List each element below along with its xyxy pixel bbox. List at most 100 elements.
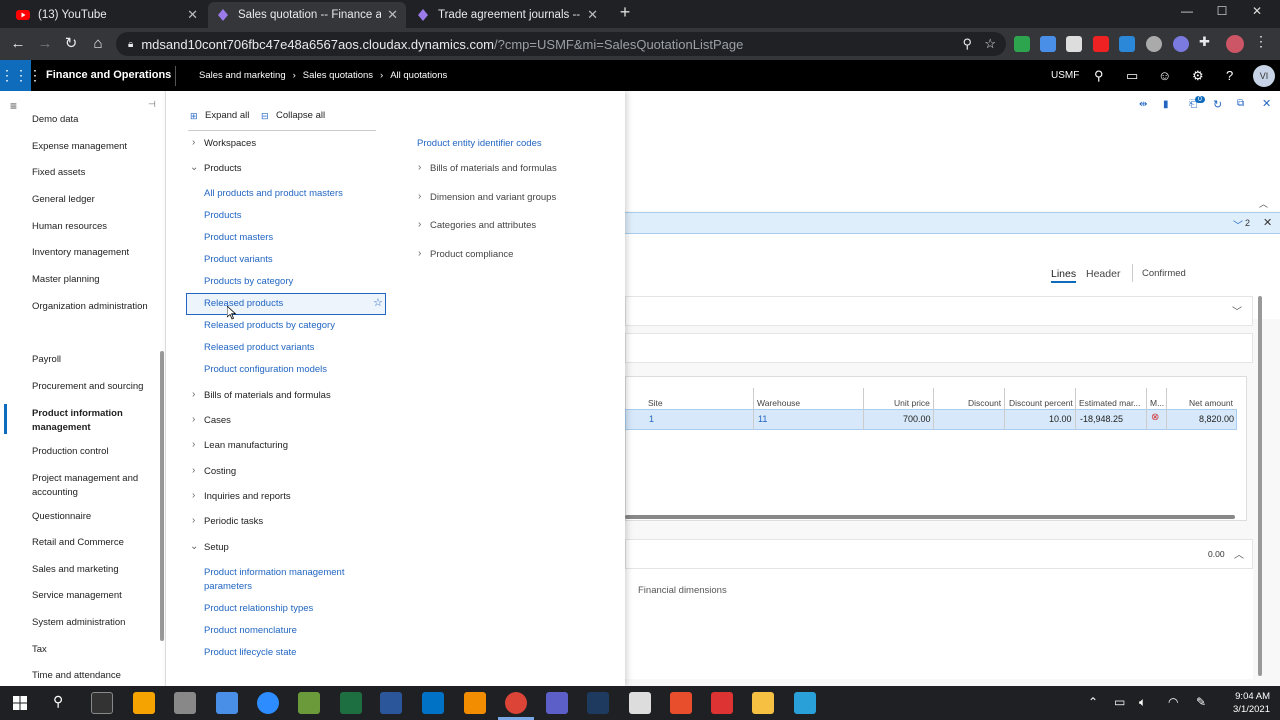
chevron-down-icon[interactable]: ﹀ [1232,303,1242,318]
group-costing[interactable]: Costing [204,465,236,479]
group-lean-manufacturing[interactable]: Lean manufacturing [204,439,288,453]
teams-icon[interactable] [546,692,568,714]
nav-item-service-management[interactable]: Service management [32,589,157,603]
close-icon[interactable]: ✕ [587,7,598,23]
nav-item-production-control[interactable]: Production control [32,445,157,459]
tab-trade-agreement[interactable]: Trade agreement journals -- Fina ✕ [408,2,606,28]
column-header-net-amount[interactable]: Net amount [1189,398,1233,408]
app-icon[interactable] [587,692,609,714]
nav-scrollbar[interactable] [160,351,164,641]
nav-item-human-resources[interactable]: Human resources [32,220,157,234]
pin-icon[interactable]: ⊣ [148,99,156,110]
app-icon[interactable] [629,692,651,714]
link-product-variants[interactable]: Product variants [204,253,273,267]
app-icon[interactable] [794,692,816,714]
app-icon[interactable] [174,692,196,714]
help-icon[interactable]: ? [1226,68,1233,83]
extension-icon[interactable] [1173,36,1189,52]
pen-icon[interactable]: ✎ [1196,695,1206,709]
acrobat-icon[interactable] [1093,36,1109,52]
menu-kebab-icon[interactable]: ⋮ [1254,33,1270,49]
nav-item-procurement-and-sourcing[interactable]: Procurement and sourcing [32,380,157,394]
zoom-icon[interactable]: ⚲ [962,36,972,52]
forward-icon[interactable]: → [35,34,55,54]
tab-sales-quotation[interactable]: Sales quotation -- Finance and C ✕ [208,2,406,28]
url-input[interactable]: 🔒︎ mdsand10cont706fbc47e48a6567aos.cloud… [116,32,1006,56]
tab-header[interactable]: Header [1086,268,1120,280]
group-categories-attributes[interactable]: Categories and attributes [430,219,536,233]
file-explorer-icon[interactable] [752,692,774,714]
chrome-icon[interactable] [505,692,527,714]
vlc-icon[interactable] [464,692,486,714]
cell-discount-percent[interactable]: 10.00 [1049,414,1072,424]
column-header-warehouse[interactable]: Warehouse [757,398,800,408]
settings-gear-icon[interactable]: ⚙ [1192,68,1204,84]
nav-item-questionnaire[interactable]: Questionnaire [32,510,157,524]
feedback-smiley-icon[interactable]: ☺ [1158,68,1171,83]
message-icon[interactable]: ▭ [1126,68,1138,84]
profile-avatar[interactable] [1226,35,1244,53]
breadcrumb-item[interactable]: All quotations [390,70,447,81]
close-window-button[interactable]: ✕ [1242,4,1272,18]
outlook-icon[interactable] [422,692,444,714]
chevron-down-icon[interactable]: ﹀ [1233,217,1243,232]
nav-item-project-management[interactable]: Project management and accounting [32,472,144,500]
breadcrumb-item[interactable]: Sales and marketing [199,70,286,81]
user-avatar[interactable]: VI [1253,65,1275,87]
nav-item-retail-and-commerce[interactable]: Retail and Commerce [32,536,157,550]
search-icon[interactable]: ⚲ [53,693,63,710]
group-dimension-variant[interactable]: Dimension and variant groups [430,191,556,205]
zoom-app-icon[interactable] [257,692,279,714]
refresh-icon[interactable]: ↻ [1213,98,1222,111]
extension-icon[interactable] [1040,36,1056,52]
extension-icon[interactable] [1014,36,1030,52]
cell-estimated-margin[interactable]: -18,948.25 [1080,414,1123,424]
tab-youtube[interactable]: (13) YouTube ✕ [8,2,206,28]
group-setup[interactable]: Setup [204,541,229,555]
task-view-icon[interactable] [91,692,113,714]
cell-unit-price[interactable]: 700.00 [903,414,931,424]
link-all-products[interactable]: All products and product masters [204,187,343,201]
horizontal-scrollbar[interactable] [625,515,1235,519]
column-header-estimated-margin[interactable]: Estimated mar... [1079,398,1140,408]
nav-item-organization-administration[interactable]: Organization administration [32,300,157,314]
nav-item-product-information-management[interactable]: Product information management [32,407,132,435]
column-header-unit-price[interactable]: Unit price [894,398,930,408]
nav-item-fixed-assets[interactable]: Fixed assets [32,166,157,180]
cell-net-amount[interactable]: 8,820.00 [1199,414,1234,424]
open-new-window-icon[interactable]: ⧉ [1237,98,1244,109]
windows-start-icon[interactable] [13,696,27,710]
reload-icon[interactable]: ↻ [61,34,81,54]
column-header-m[interactable]: M... [1150,398,1164,408]
collapse-all-button[interactable]: Collapse all [276,109,325,123]
group-cases[interactable]: Cases [204,414,231,428]
link-product-relationship-types[interactable]: Product relationship types [204,602,313,616]
group-bom-right[interactable]: Bills of materials and formulas [430,162,557,176]
chevron-up-icon[interactable]: ︿ [1234,546,1244,561]
wifi-icon[interactable]: ◠ [1168,695,1178,709]
extension-icon[interactable] [1146,36,1162,52]
clock[interactable]: 9:04 AM 3/1/2021 [1220,690,1270,716]
column-header-discount-percent[interactable]: Discount percent [1009,398,1073,408]
group-bom[interactable]: Bills of materials and formulas [204,389,331,403]
close-icon[interactable]: ✕ [187,7,198,23]
group-inquiries[interactable]: Inquiries and reports [204,490,291,504]
app-launcher-icon[interactable]: ⋮⋮⋮ [0,60,42,91]
link-product-nomenclature[interactable]: Product nomenclature [204,624,297,638]
vertical-scrollbar[interactable] [1258,296,1262,676]
new-tab-button[interactable]: + [610,2,640,23]
word-icon[interactable] [380,692,402,714]
column-header-discount[interactable]: Discount [968,398,1001,408]
group-periodic-tasks[interactable]: Periodic tasks [204,515,263,529]
search-icon[interactable]: ⚲ [1094,68,1104,84]
chevron-up-icon[interactable]: ⌃ [1088,695,1098,709]
back-icon[interactable]: ← [8,34,28,54]
nav-item-master-planning[interactable]: Master planning [32,273,157,287]
nav-item-sales-and-marketing[interactable]: Sales and marketing [32,563,157,577]
financial-dimensions-label[interactable]: Financial dimensions [638,585,727,596]
cell-warehouse[interactable]: 11 [758,414,767,424]
close-icon[interactable]: ✕ [387,7,398,23]
column-header-site[interactable]: Site [648,398,663,408]
link-released-product-variants[interactable]: Released product variants [204,341,314,355]
excel-icon[interactable] [340,692,362,714]
